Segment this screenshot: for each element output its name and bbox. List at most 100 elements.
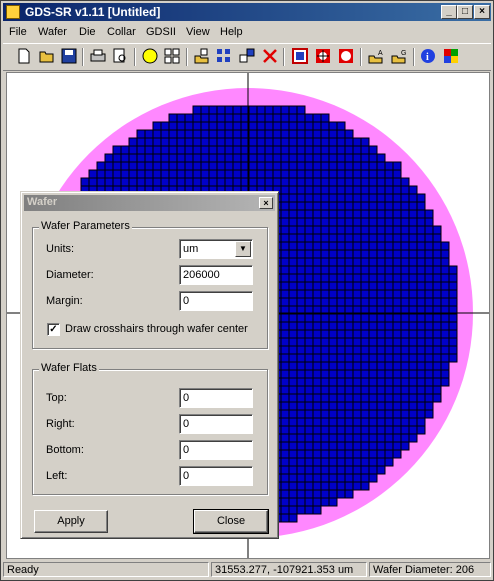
print-preview-icon[interactable] bbox=[111, 47, 129, 65]
die-cell bbox=[384, 409, 394, 419]
die-cell bbox=[400, 209, 410, 219]
chevron-down-icon[interactable]: ▼ bbox=[235, 241, 251, 257]
flat-left-label: Left: bbox=[46, 470, 68, 482]
die-cell bbox=[384, 265, 394, 275]
die-cell bbox=[400, 233, 410, 243]
die-cell bbox=[408, 361, 418, 371]
menu-collar[interactable]: Collar bbox=[107, 26, 136, 38]
die-cell bbox=[320, 249, 330, 259]
die-cell bbox=[336, 409, 346, 419]
circle-icon[interactable] bbox=[337, 47, 355, 65]
menu-die[interactable]: Die bbox=[79, 26, 96, 38]
die-cell bbox=[344, 361, 354, 371]
status-wafer-diameter: Wafer Diameter: 206 bbox=[369, 562, 491, 577]
save-icon[interactable] bbox=[60, 47, 78, 65]
die-cell bbox=[304, 457, 314, 467]
die-cell bbox=[312, 441, 322, 451]
die-cell bbox=[328, 329, 338, 339]
die-cell bbox=[328, 353, 338, 363]
array-icon[interactable] bbox=[215, 47, 233, 65]
die-grid-icon[interactable] bbox=[163, 47, 181, 65]
die-cell bbox=[336, 313, 346, 323]
die-cell bbox=[280, 361, 290, 371]
die-cell bbox=[304, 345, 314, 355]
die-cell bbox=[400, 193, 410, 203]
die-cell bbox=[304, 505, 314, 515]
die-cell bbox=[280, 433, 290, 443]
die-cell bbox=[288, 377, 298, 387]
menu-help[interactable]: Help bbox=[220, 26, 243, 38]
dialog-close-icon[interactable]: × bbox=[259, 197, 273, 209]
die-cell bbox=[312, 425, 322, 435]
die-cell bbox=[144, 145, 154, 155]
palette-icon[interactable] bbox=[442, 47, 460, 65]
die-cell bbox=[344, 161, 354, 171]
margin-field[interactable]: 0 bbox=[179, 291, 253, 311]
apply-button[interactable]: Apply bbox=[34, 510, 108, 533]
die-cell bbox=[168, 177, 178, 187]
die-cell bbox=[304, 161, 314, 171]
info-icon[interactable]: i bbox=[419, 47, 437, 65]
collar-icon[interactable] bbox=[291, 47, 309, 65]
die-cell bbox=[304, 289, 314, 299]
die-cell bbox=[312, 161, 322, 171]
export-a-icon[interactable]: A bbox=[367, 47, 385, 65]
die-cell bbox=[288, 409, 298, 419]
import-icon[interactable] bbox=[193, 47, 211, 65]
close-dialog-button[interactable]: Close bbox=[193, 509, 269, 534]
print-icon[interactable] bbox=[89, 47, 107, 65]
die-cell bbox=[376, 265, 386, 275]
flat-top-field[interactable]: 0 bbox=[179, 388, 253, 408]
die-cell bbox=[352, 361, 362, 371]
die-cell bbox=[432, 281, 442, 291]
menu-view[interactable]: View bbox=[186, 26, 210, 38]
new-icon[interactable] bbox=[15, 47, 33, 65]
die-cell bbox=[168, 129, 178, 139]
flat-left-field[interactable]: 0 bbox=[179, 466, 253, 486]
die-cell bbox=[104, 161, 114, 171]
die-cell bbox=[328, 425, 338, 435]
die-cell bbox=[272, 137, 282, 147]
close-button[interactable]: × bbox=[474, 5, 490, 19]
flat-bottom-field[interactable]: 0 bbox=[179, 440, 253, 460]
minimize-button[interactable]: _ bbox=[441, 5, 457, 19]
die-cell bbox=[280, 313, 290, 323]
target-icon[interactable] bbox=[314, 47, 332, 65]
die-cell bbox=[416, 193, 426, 203]
die-cell bbox=[320, 257, 330, 267]
menu-file[interactable]: File bbox=[9, 26, 27, 38]
die-cell bbox=[312, 217, 322, 227]
export-g-icon[interactable]: G bbox=[390, 47, 408, 65]
die-cell bbox=[384, 441, 394, 451]
die-cell bbox=[344, 409, 354, 419]
die-cell bbox=[360, 177, 370, 187]
die-cell bbox=[288, 249, 298, 259]
diameter-field[interactable]: 206000 bbox=[179, 265, 253, 285]
menu-gdsii[interactable]: GDSII bbox=[146, 26, 176, 38]
crosshair-checkbox[interactable]: ✓ bbox=[47, 323, 60, 336]
die-cell bbox=[280, 449, 290, 459]
scale-icon[interactable] bbox=[238, 47, 256, 65]
die-cell bbox=[344, 257, 354, 267]
maximize-button[interactable]: □ bbox=[457, 5, 473, 19]
die-cell bbox=[424, 217, 434, 227]
die-cell bbox=[304, 401, 314, 411]
die-cell bbox=[328, 233, 338, 243]
delete-icon[interactable] bbox=[261, 47, 279, 65]
die-cell bbox=[120, 169, 130, 179]
die-cell bbox=[360, 297, 370, 307]
die-cell bbox=[312, 497, 322, 507]
units-select[interactable]: um ▼ bbox=[179, 239, 253, 259]
die-cell bbox=[336, 385, 346, 395]
die-cell bbox=[288, 425, 298, 435]
crosshair-label[interactable]: Draw crosshairs through wafer center bbox=[65, 323, 248, 335]
open-icon[interactable] bbox=[38, 47, 56, 65]
die-cell bbox=[184, 137, 194, 147]
menu-wafer[interactable]: Wafer bbox=[38, 26, 67, 38]
die-cell bbox=[104, 177, 114, 187]
die-cell bbox=[312, 169, 322, 179]
die-cell bbox=[184, 121, 194, 131]
wafer-icon[interactable] bbox=[141, 47, 159, 65]
flat-right-field[interactable]: 0 bbox=[179, 414, 253, 434]
die-cell bbox=[384, 177, 394, 187]
